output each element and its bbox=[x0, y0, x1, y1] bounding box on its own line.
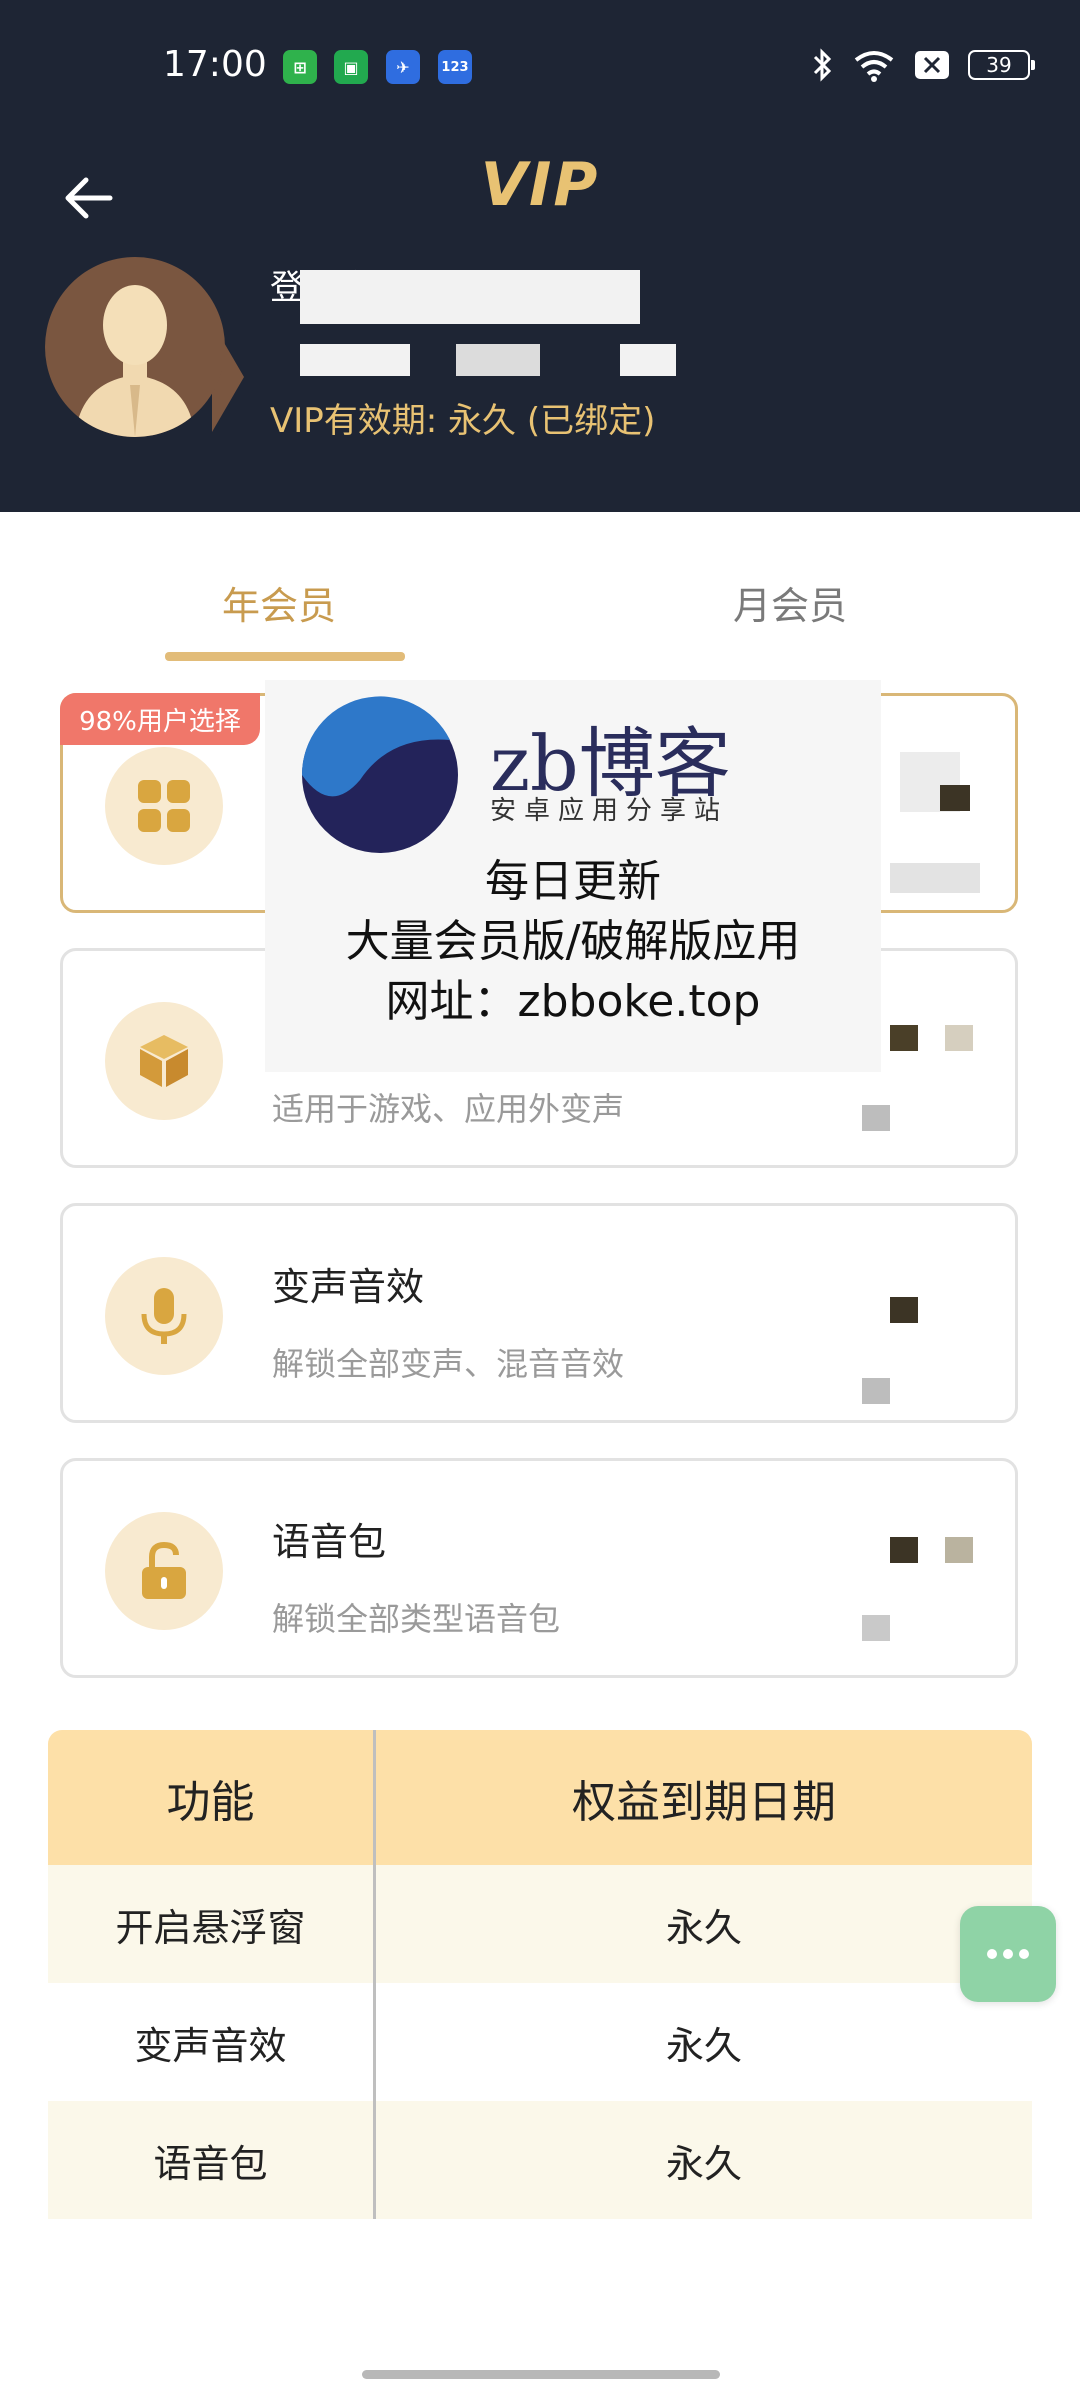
no-sim-icon bbox=[915, 51, 949, 79]
header-feature: 功能 bbox=[48, 1730, 376, 1865]
table-row: 开启悬浮窗 永久 bbox=[48, 1865, 1032, 1983]
123-app-icon: 123 bbox=[438, 50, 472, 84]
battery-level: 39 bbox=[986, 53, 1012, 77]
table-header: 功能 权益到期日期 bbox=[48, 1730, 1032, 1865]
watermark-subtitle: 安卓应用分享站 bbox=[490, 796, 729, 826]
card-title: 变声音效 bbox=[272, 1265, 425, 1309]
redacted-price bbox=[945, 1537, 973, 1563]
redacted-text bbox=[456, 344, 540, 376]
avatar[interactable] bbox=[45, 257, 225, 437]
unlock-padlock-icon bbox=[105, 1512, 223, 1630]
watermark-line: 大量会员版/破解版应用 bbox=[345, 916, 801, 967]
shield-app-icon: ▣ bbox=[334, 50, 368, 84]
user-silhouette-icon bbox=[75, 285, 195, 437]
redacted-price bbox=[890, 1297, 918, 1323]
more-dots-icon bbox=[987, 1949, 1029, 1959]
table-row: 语音包 永久 bbox=[48, 2101, 1032, 2219]
redacted-price bbox=[890, 1025, 918, 1051]
feature-cell: 变声音效 bbox=[48, 1983, 376, 2101]
green-app-icon: ⊞ bbox=[283, 50, 317, 84]
expiry-cell: 永久 bbox=[665, 2141, 742, 2186]
bird-app-icon: ✈ bbox=[386, 50, 420, 84]
card-description: 适用于游戏、应用外变声 bbox=[272, 1090, 625, 1128]
card-title: 语音包 bbox=[272, 1520, 387, 1564]
expiry-cell: 永久 bbox=[665, 2023, 742, 2068]
watermark-line: 每日更新 bbox=[485, 856, 661, 907]
tab-year-member[interactable]: 年会员 bbox=[222, 575, 336, 630]
redacted-text bbox=[300, 270, 640, 324]
active-tab-indicator bbox=[165, 652, 405, 661]
page-title: VIP bbox=[480, 150, 600, 220]
microphone-icon bbox=[105, 1257, 223, 1375]
watermark-line: 网址：zbboke.top bbox=[385, 976, 761, 1027]
home-indicator[interactable] bbox=[362, 2370, 720, 2379]
tab-month-member[interactable]: 月会员 bbox=[733, 575, 847, 630]
watermark-logo-icon bbox=[301, 696, 458, 853]
card-description: 解锁全部类型语音包 bbox=[272, 1600, 561, 1638]
redacted-text bbox=[620, 344, 676, 376]
wifi-icon bbox=[854, 51, 894, 82]
apps-grid-icon bbox=[105, 747, 223, 865]
redacted-text bbox=[300, 344, 410, 376]
table-row: 变声音效 永久 bbox=[48, 1983, 1032, 2101]
status-time: 17:00 bbox=[163, 44, 267, 85]
redacted-price bbox=[862, 1378, 890, 1404]
battery-indicator: 39 bbox=[968, 50, 1035, 80]
vip-validity: VIP有效期: 永久 (已绑定) bbox=[270, 401, 656, 441]
redacted-price bbox=[862, 1105, 890, 1131]
feature-cell: 开启悬浮窗 bbox=[48, 1865, 376, 1983]
redacted-price bbox=[862, 1615, 890, 1641]
vip-header: 17:00 ⊞ ▣ ✈ 123 39 VIP VIP有效期: 永久 (已绑定) bbox=[0, 0, 1080, 512]
header-expiry: 权益到期日期 bbox=[572, 1776, 836, 1828]
card-description: 解锁全部变声、混音音效 bbox=[272, 1345, 625, 1383]
benefits-table: 功能 权益到期日期 开启悬浮窗 永久 变声音效 永久 语音包 永久 bbox=[48, 1730, 1032, 2219]
redacted-price bbox=[940, 785, 970, 811]
redacted-price bbox=[890, 1537, 918, 1563]
system-status-icons: 39 bbox=[812, 48, 1035, 82]
bluetooth-icon bbox=[813, 48, 832, 82]
cube-box-icon bbox=[105, 1002, 223, 1120]
expiry-cell: 永久 bbox=[665, 1905, 742, 1950]
popular-badge: 98%用户选择 bbox=[60, 693, 260, 745]
voice-pack-card[interactable]: 语音包 解锁全部类型语音包 bbox=[60, 1458, 1018, 1678]
floating-more-button[interactable] bbox=[960, 1906, 1056, 2002]
redacted-price bbox=[890, 863, 980, 893]
feature-cell: 语音包 bbox=[48, 2101, 376, 2219]
redacted-price bbox=[945, 1025, 973, 1051]
watermark-overlay: zb博客 安卓应用分享站 每日更新 大量会员版/破解版应用 网址：zbboke.… bbox=[265, 680, 881, 1072]
